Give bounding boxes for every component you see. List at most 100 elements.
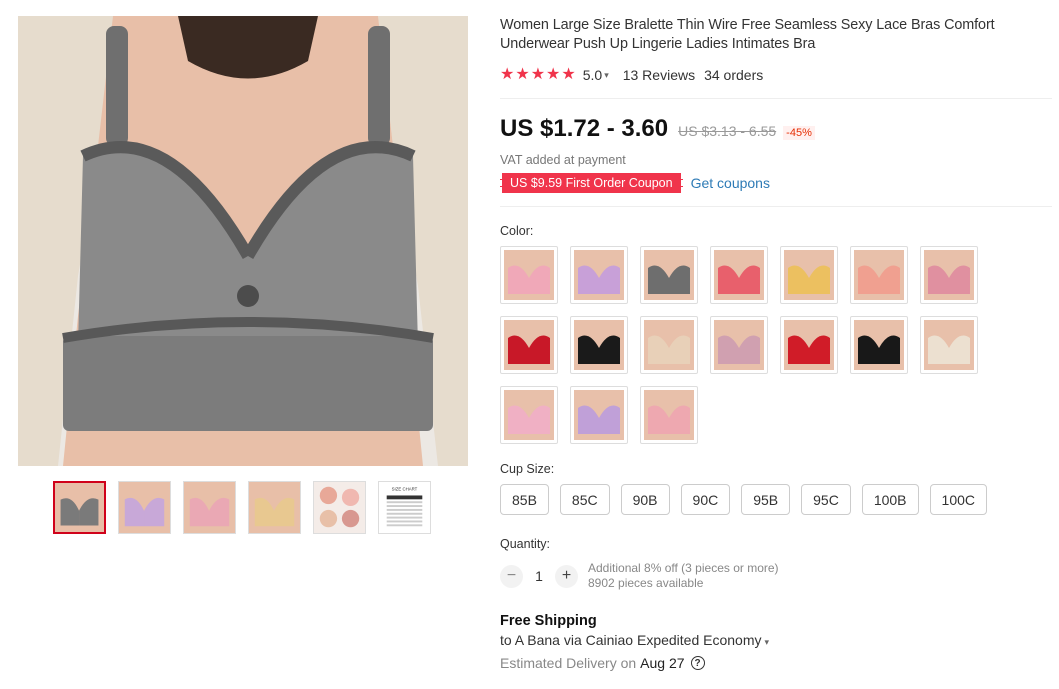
vat-note: VAT added at payment [500, 153, 626, 167]
color-swatch-6[interactable] [850, 246, 908, 304]
thumbnail-image [314, 482, 365, 533]
chevron-down-icon[interactable]: ▾ [604, 70, 609, 81]
thumbnail-image [184, 482, 235, 533]
thumbnail-image [119, 482, 170, 533]
discount-badge: -45% [783, 126, 815, 140]
color-label: Color: [500, 224, 534, 238]
color-swatch-12[interactable] [780, 316, 838, 374]
increase-quantity-button[interactable]: + [555, 564, 578, 588]
orders-count: 34 orders [704, 67, 764, 83]
color-swatch-4[interactable] [710, 246, 768, 304]
price-row: US $1.72 - 3.60 US $3.13 - 6.55 -45% [500, 115, 1052, 143]
get-coupons-link[interactable]: Get coupons [691, 175, 770, 191]
color-section: Color: [500, 224, 1052, 444]
swatch-image [924, 320, 974, 370]
swatch-image [644, 250, 694, 300]
color-swatch-5[interactable] [780, 246, 838, 304]
star-icon: ★ [500, 66, 515, 83]
quantity-notes: Additional 8% off (3 pieces or more) 890… [588, 561, 779, 591]
size-option-90c[interactable]: 90C [680, 484, 731, 515]
color-swatch-7[interactable] [920, 246, 978, 304]
thumbnail-2[interactable] [118, 481, 171, 534]
thumbnail-4[interactable] [248, 481, 301, 534]
swatch-image [714, 320, 764, 370]
color-swatch-3[interactable] [640, 246, 698, 304]
rating-stars[interactable]: ★ ★ ★ ★ ★ [500, 67, 576, 83]
swatch-image [574, 250, 624, 300]
size-option-95c[interactable]: 95C [801, 484, 851, 515]
coupon-row: US $9.59 First Order Coupon Get coupons [500, 173, 1052, 193]
thumbnail-size-chart[interactable]: SIZE CHART [378, 481, 431, 534]
decrease-quantity-button[interactable]: − [500, 564, 523, 588]
rating-score[interactable]: 5.0 [583, 67, 602, 83]
shipping-title: Free Shipping [500, 613, 597, 629]
product-info-panel: Women Large Size Bralette Thin Wire Free… [500, 16, 1052, 671]
color-swatch-9[interactable] [570, 316, 628, 374]
size-option-100b[interactable]: 100B [861, 484, 919, 515]
swatch-image [644, 320, 694, 370]
current-price: US $1.72 - 3.60 [500, 115, 669, 142]
size-option-100c[interactable]: 100C [929, 484, 987, 515]
swatch-image [504, 390, 554, 440]
quantity-stepper: − 1 + Additional 8% off (3 pieces or mor… [500, 561, 1052, 591]
chevron-down-icon[interactable]: ▾ [765, 637, 770, 647]
size-option-85c[interactable]: 85C [559, 484, 610, 515]
color-swatch-15[interactable] [500, 386, 558, 444]
thumbnail-strip: SIZE CHART [53, 481, 431, 534]
estimated-delivery-date: Aug 27 [640, 655, 685, 671]
estimated-delivery: Estimated Delivery on Aug 27 ? [500, 655, 1052, 671]
main-product-image[interactable] [18, 16, 468, 466]
swatch-image [504, 320, 554, 370]
size-option-85b[interactable]: 85B [500, 484, 549, 515]
product-title: Women Large Size Bralette Thin Wire Free… [500, 17, 995, 52]
swatch-image [784, 250, 834, 300]
quantity-value[interactable]: 1 [523, 568, 555, 584]
product-photo [18, 16, 468, 466]
divider [500, 98, 1052, 99]
shipping-route-text[interactable]: to A Bana via Cainiao Expedited Economy [500, 632, 762, 648]
size-chart-thumbnail: SIZE CHART [379, 482, 430, 533]
star-icon: ★ [561, 66, 576, 83]
thumbnail-image [55, 483, 104, 532]
divider [500, 206, 1052, 207]
cup-size-section: Cup Size: 85B 85C 90B 90C 95B 95C 100B 1… [500, 462, 1052, 515]
color-swatch-13[interactable] [850, 316, 908, 374]
estimated-delivery-label: Estimated Delivery on [500, 655, 637, 671]
available-stock-note: 8902 pieces available [588, 576, 704, 590]
original-price: US $3.13 - 6.55 [678, 123, 777, 139]
color-swatch-16[interactable] [570, 386, 628, 444]
size-chart-label: SIZE CHART [392, 487, 418, 492]
shipping-section: Free Shipping to A Bana via Cainiao Expe… [500, 613, 1052, 671]
question-circle-icon[interactable]: ? [690, 656, 705, 670]
color-swatch-11[interactable] [710, 316, 768, 374]
size-option-90b[interactable]: 90B [620, 484, 670, 515]
thumbnail-1[interactable] [53, 481, 106, 534]
color-swatch-10[interactable] [640, 316, 698, 374]
swatch-image [924, 250, 974, 300]
swatch-image [574, 390, 624, 440]
reviews-link[interactable]: 13 Reviews [623, 67, 695, 83]
size-option-95b[interactable]: 95B [741, 484, 791, 515]
thumbnail-3[interactable] [183, 481, 236, 534]
swatch-image [714, 250, 764, 300]
color-swatch-2[interactable] [570, 246, 628, 304]
swatch-image [504, 250, 554, 300]
additional-discount-note: Additional 8% off (3 pieces or more) [588, 561, 779, 575]
shipping-route[interactable]: to A Bana via Cainiao Expedited Economy ▾ [500, 632, 1052, 648]
cup-size-options: 85B 85C 90B 90C 95B 95C 100B 100C [500, 484, 1052, 515]
rating-row: ★ ★ ★ ★ ★ 5.0 ▾ 13 Reviews 34 orders [500, 66, 1052, 84]
first-order-coupon[interactable]: US $9.59 First Order Coupon [500, 173, 683, 193]
cup-size-label: Cup Size: [500, 462, 555, 476]
swatch-image [574, 320, 624, 370]
swatch-image [854, 320, 904, 370]
thumbnail-5[interactable] [313, 481, 366, 534]
swatch-image [854, 250, 904, 300]
color-swatch-17[interactable] [640, 386, 698, 444]
color-swatch-1[interactable] [500, 246, 558, 304]
swatch-image [644, 390, 694, 440]
swatch-image [784, 320, 834, 370]
color-swatch-8[interactable] [500, 316, 558, 374]
color-swatch-14[interactable] [920, 316, 978, 374]
quantity-section: Quantity: − 1 + Additional 8% off (3 pie… [500, 537, 1052, 591]
star-icon: ★ [530, 66, 546, 83]
